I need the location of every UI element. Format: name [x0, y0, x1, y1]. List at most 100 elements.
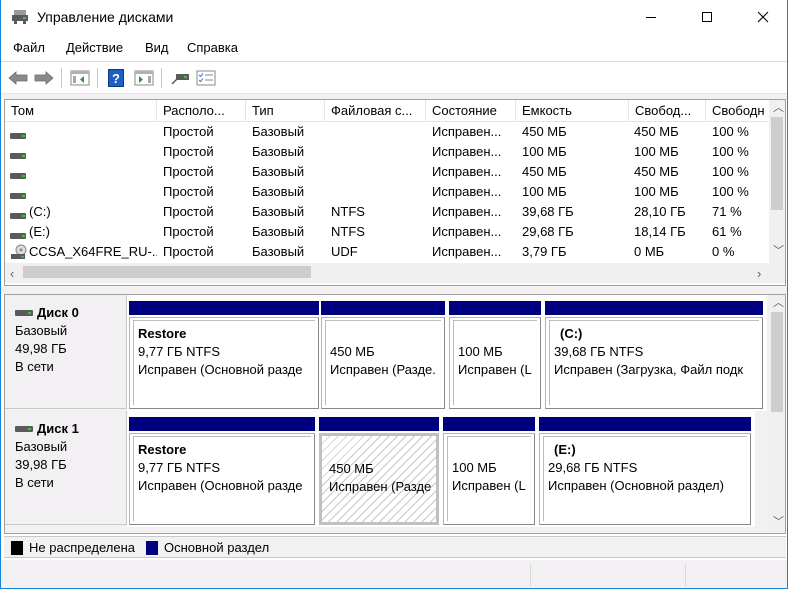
drive-icon — [10, 228, 26, 243]
partition-block[interactable]: Restore 9,77 ГБ NTFS Исправен (Основной ра… — [129, 417, 315, 525]
column-header-volume[interactable]: Том — [5, 100, 157, 122]
partition-block[interactable]: (C:) 39,68 ГБ NTFS Исправен (Загрузка, Фай… — [545, 301, 763, 409]
cell-capacity: 29,68 ГБ — [522, 224, 574, 239]
cell-free: 28,10 ГБ — [634, 204, 686, 219]
volume-row[interactable]: Простой Базовый Исправен... 100 МБ 100 МБ 100… — [5, 142, 769, 162]
maximize-button[interactable] — [684, 0, 730, 34]
disk-name: Диск 0 — [15, 304, 126, 322]
cell-free: 450 МБ — [634, 124, 679, 139]
cell-free-pct: 100 % — [712, 184, 749, 199]
partition-body: 100 МБ Исправен (L — [449, 317, 541, 409]
forward-button[interactable] — [33, 68, 55, 88]
column-header-capacity[interactable]: Емкость — [516, 100, 629, 122]
disk-info[interactable]: Диск 0 Базовый 49,98 ГБ В сети — [5, 295, 127, 409]
partition-body: (E:) 29,68 ГБ NTFS Исправен (Основной разд… — [539, 433, 751, 525]
cell-layout: Простой — [163, 204, 214, 219]
scroll-up-arrow-icon[interactable]: ︿ — [773, 103, 784, 114]
menu-file[interactable]: Файл — [13, 40, 45, 55]
partition-block[interactable]: 100 МБ Исправен (L — [449, 301, 541, 409]
volume-row[interactable]: (E:) Простой Базовый NTFS Исправен... 29,68 Г… — [5, 222, 769, 242]
partition-title — [330, 325, 441, 343]
back-button[interactable] — [7, 68, 29, 88]
partition-title: Restore — [138, 442, 187, 457]
disk-row: Диск 0 Базовый 49,98 ГБ В сети Restore 9,77 Г… — [5, 295, 769, 411]
cell-layout: Простой — [163, 164, 214, 179]
volume-row[interactable]: Простой Базовый Исправен... 450 МБ 450 МБ 100… — [5, 122, 769, 142]
volume-row[interactable]: CCSA_X64FRE_RU-... Простой Базовый UDF Испра… — [5, 242, 769, 262]
unallocated-swatch — [11, 540, 23, 555]
partition-details: Restore 9,77 ГБ NTFS Исправен (Основной ра… — [133, 320, 315, 405]
disk-name: Диск 1 — [15, 420, 126, 438]
show-hide-action-pane-button[interactable] — [133, 68, 155, 88]
scrollbar-thumb[interactable] — [771, 117, 783, 210]
column-header-type[interactable]: Тип — [246, 100, 325, 122]
scrollbar-thumb[interactable] — [23, 266, 311, 278]
pane-splitter[interactable] — [1, 286, 787, 294]
volume-list-horizontal-scrollbar[interactable]: ‹ › — [5, 263, 785, 283]
primary-partition-bar — [449, 301, 541, 315]
partition-size-fs: 39,68 ГБ NTFS — [554, 344, 644, 359]
scroll-down-arrow-icon[interactable]: ﹀ — [773, 246, 784, 257]
partition-status: Исправен (Загрузка, Файл подк — [554, 362, 744, 377]
cell-type: Базовый — [252, 164, 305, 179]
partition-body: 450 МБ Исправен (Разде. — [321, 317, 445, 409]
column-header-free-percent[interactable]: Свободн — [706, 100, 769, 122]
cell-layout: Простой — [163, 184, 214, 199]
partition-block[interactable]: 450 МБ Исправен (Разде — [319, 417, 439, 525]
maximize-icon — [702, 12, 712, 22]
cell-fs — [331, 162, 428, 182]
column-header-status[interactable]: Состояние — [426, 100, 516, 122]
properties-button[interactable] — [195, 68, 217, 88]
volume-list-vertical-scrollbar[interactable]: ︿ ﹀ — [769, 100, 785, 263]
back-icon — [8, 71, 28, 85]
primary-partition-bar — [539, 417, 751, 431]
cell-type: Базовый — [252, 204, 305, 219]
column-header-filesystem[interactable]: Файловая с... — [325, 100, 426, 122]
partition-block[interactable]: (E:) 29,68 ГБ NTFS Исправен (Основной разд… — [539, 417, 751, 525]
cell-status: Исправен... — [432, 244, 502, 259]
cell-type: Базовый — [252, 244, 305, 259]
status-bar-separator — [530, 564, 531, 586]
partition-block[interactable]: 450 МБ Исправен (Разде. — [321, 301, 445, 409]
partition-status: Исправен (Основной разде — [138, 362, 303, 377]
disk-state: В сети — [15, 475, 54, 490]
close-button[interactable] — [740, 0, 786, 34]
volume-row[interactable]: Простой Базовый Исправен... 450 МБ 450 МБ 100… — [5, 162, 769, 182]
partition-details: 450 МБ Исправен (Разде — [325, 438, 433, 519]
drive-icon — [10, 168, 26, 183]
volume-row[interactable]: (C:) Простой Базовый NTFS Исправен... 39,68 Г… — [5, 202, 769, 222]
partition-block[interactable]: 100 МБ Исправен (L — [443, 417, 535, 525]
disk-info[interactable]: Диск 1 Базовый 39,98 ГБ В сети — [5, 411, 127, 525]
cell-fs — [331, 142, 428, 162]
help-button[interactable]: ? — [105, 68, 127, 88]
cell-capacity: 450 МБ — [522, 124, 567, 139]
partition-size-fs: 100 МБ — [458, 344, 503, 359]
show-hide-console-tree-button[interactable] — [69, 68, 91, 88]
column-header-layout[interactable]: Располо... — [157, 100, 246, 122]
connect-disk-button[interactable] — [169, 68, 191, 88]
forward-icon — [34, 71, 54, 85]
cell-fs — [331, 182, 428, 202]
minimize-button[interactable] — [628, 0, 674, 34]
scrollbar-thumb[interactable] — [771, 312, 783, 412]
menu-help[interactable]: Справка — [187, 40, 238, 55]
menu-view[interactable]: Вид — [145, 40, 169, 55]
cell-capacity: 3,79 ГБ — [522, 244, 567, 259]
menu-action[interactable]: Действие — [66, 40, 123, 55]
scroll-up-arrow-icon[interactable]: ︿ — [773, 298, 784, 309]
scroll-down-arrow-icon[interactable]: ﹀ — [773, 517, 784, 528]
partition-block[interactable]: Restore 9,77 ГБ NTFS Исправен (Основной ра… — [129, 301, 319, 409]
disk-view-vertical-scrollbar[interactable]: ︿ ﹀ — [769, 295, 785, 533]
cell-status: Исправен... — [432, 224, 502, 239]
drive-icon — [10, 148, 26, 163]
column-header-free-space[interactable]: Свобод... — [629, 100, 706, 122]
connect-disk-icon — [171, 74, 189, 85]
cd-drive-icon — [10, 244, 28, 263]
partition-title: Restore — [138, 326, 187, 341]
disk-state: В сети — [15, 359, 54, 374]
cell-volume: (E:) — [29, 224, 50, 239]
scroll-right-arrow-icon[interactable]: › — [757, 267, 761, 280]
scroll-left-arrow-icon[interactable]: ‹ — [10, 267, 14, 280]
volume-row[interactable]: Простой Базовый Исправен... 100 МБ 100 МБ 100… — [5, 182, 769, 202]
cell-fs: UDF — [331, 244, 358, 259]
